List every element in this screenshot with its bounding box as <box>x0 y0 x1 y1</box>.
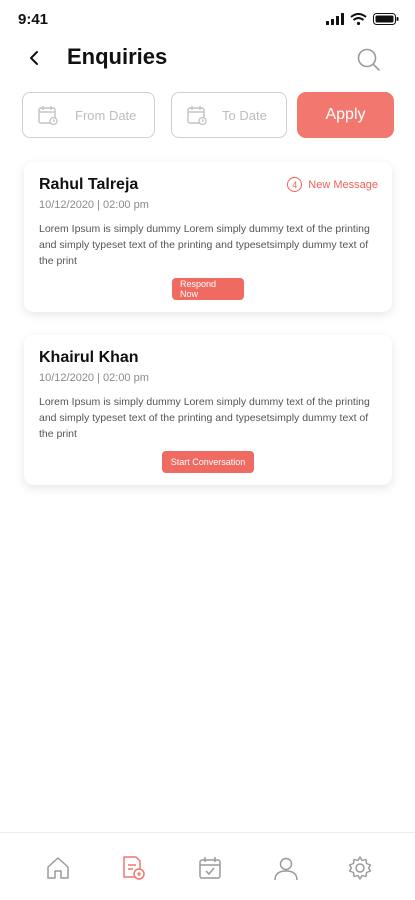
respond-now-button[interactable]: Respond Now <box>172 278 244 300</box>
enquiry-card[interactable]: Khairul Khan 10/12/2020 | 02:00 pm Lorem… <box>24 335 392 485</box>
status-bar: 9:41 <box>0 0 415 40</box>
profile-icon <box>274 857 298 881</box>
wifi-icon <box>350 12 367 30</box>
to-date-field[interactable]: To Date <box>171 92 287 138</box>
signal-icon <box>326 12 344 30</box>
page-title: Enquiries <box>67 44 168 69</box>
enquiry-name: Rahul Talreja <box>39 176 139 193</box>
app-header: Enquiries <box>0 40 415 80</box>
apply-button[interactable]: Apply <box>297 92 394 138</box>
new-message-indicator: 4 New Message <box>287 177 378 192</box>
from-date-field[interactable]: From Date <box>22 92 155 138</box>
message-count-badge: 4 <box>287 177 303 192</box>
new-message-label: New Message <box>308 178 378 191</box>
chevron-left-icon <box>30 51 38 65</box>
search-icon <box>357 48 380 71</box>
start-conversation-button[interactable]: Start Conversation <box>162 451 254 473</box>
to-date-placeholder: To Date <box>222 107 267 123</box>
home-icon <box>47 857 69 879</box>
battery-icon <box>373 12 399 30</box>
enquiries-icon <box>123 856 145 880</box>
enquiry-datetime: 10/12/2020 | 02:00 pm <box>39 199 149 211</box>
settings-icon <box>348 856 372 880</box>
nav-calendar[interactable] <box>195 853 225 883</box>
nav-settings[interactable] <box>345 853 375 883</box>
back-button[interactable] <box>22 46 46 70</box>
calendar-icon <box>38 106 58 126</box>
enquiry-name: Khairul Khan <box>39 349 139 366</box>
from-date-placeholder: From Date <box>75 107 137 123</box>
search-button[interactable] <box>356 47 382 73</box>
status-time: 9:41 <box>18 11 49 28</box>
nav-profile[interactable] <box>271 853 301 883</box>
enquiry-message: Lorem Ipsum is simply dummy Lorem simply… <box>39 223 370 267</box>
calendar-icon <box>187 106 207 126</box>
nav-enquiries[interactable] <box>118 853 148 883</box>
nav-home[interactable] <box>43 853 73 883</box>
date-filter-bar: From Date To Date Apply <box>22 92 394 138</box>
enquiry-message: Lorem Ipsum is simply dummy Lorem simply… <box>39 396 370 440</box>
enquiry-datetime: 10/12/2020 | 02:00 pm <box>39 372 149 384</box>
status-icons <box>326 12 399 30</box>
bottom-nav <box>0 832 415 900</box>
calendar-check-icon <box>199 857 221 879</box>
enquiry-card[interactable]: Rahul Talreja 4 New Message 10/12/2020 |… <box>24 162 392 312</box>
